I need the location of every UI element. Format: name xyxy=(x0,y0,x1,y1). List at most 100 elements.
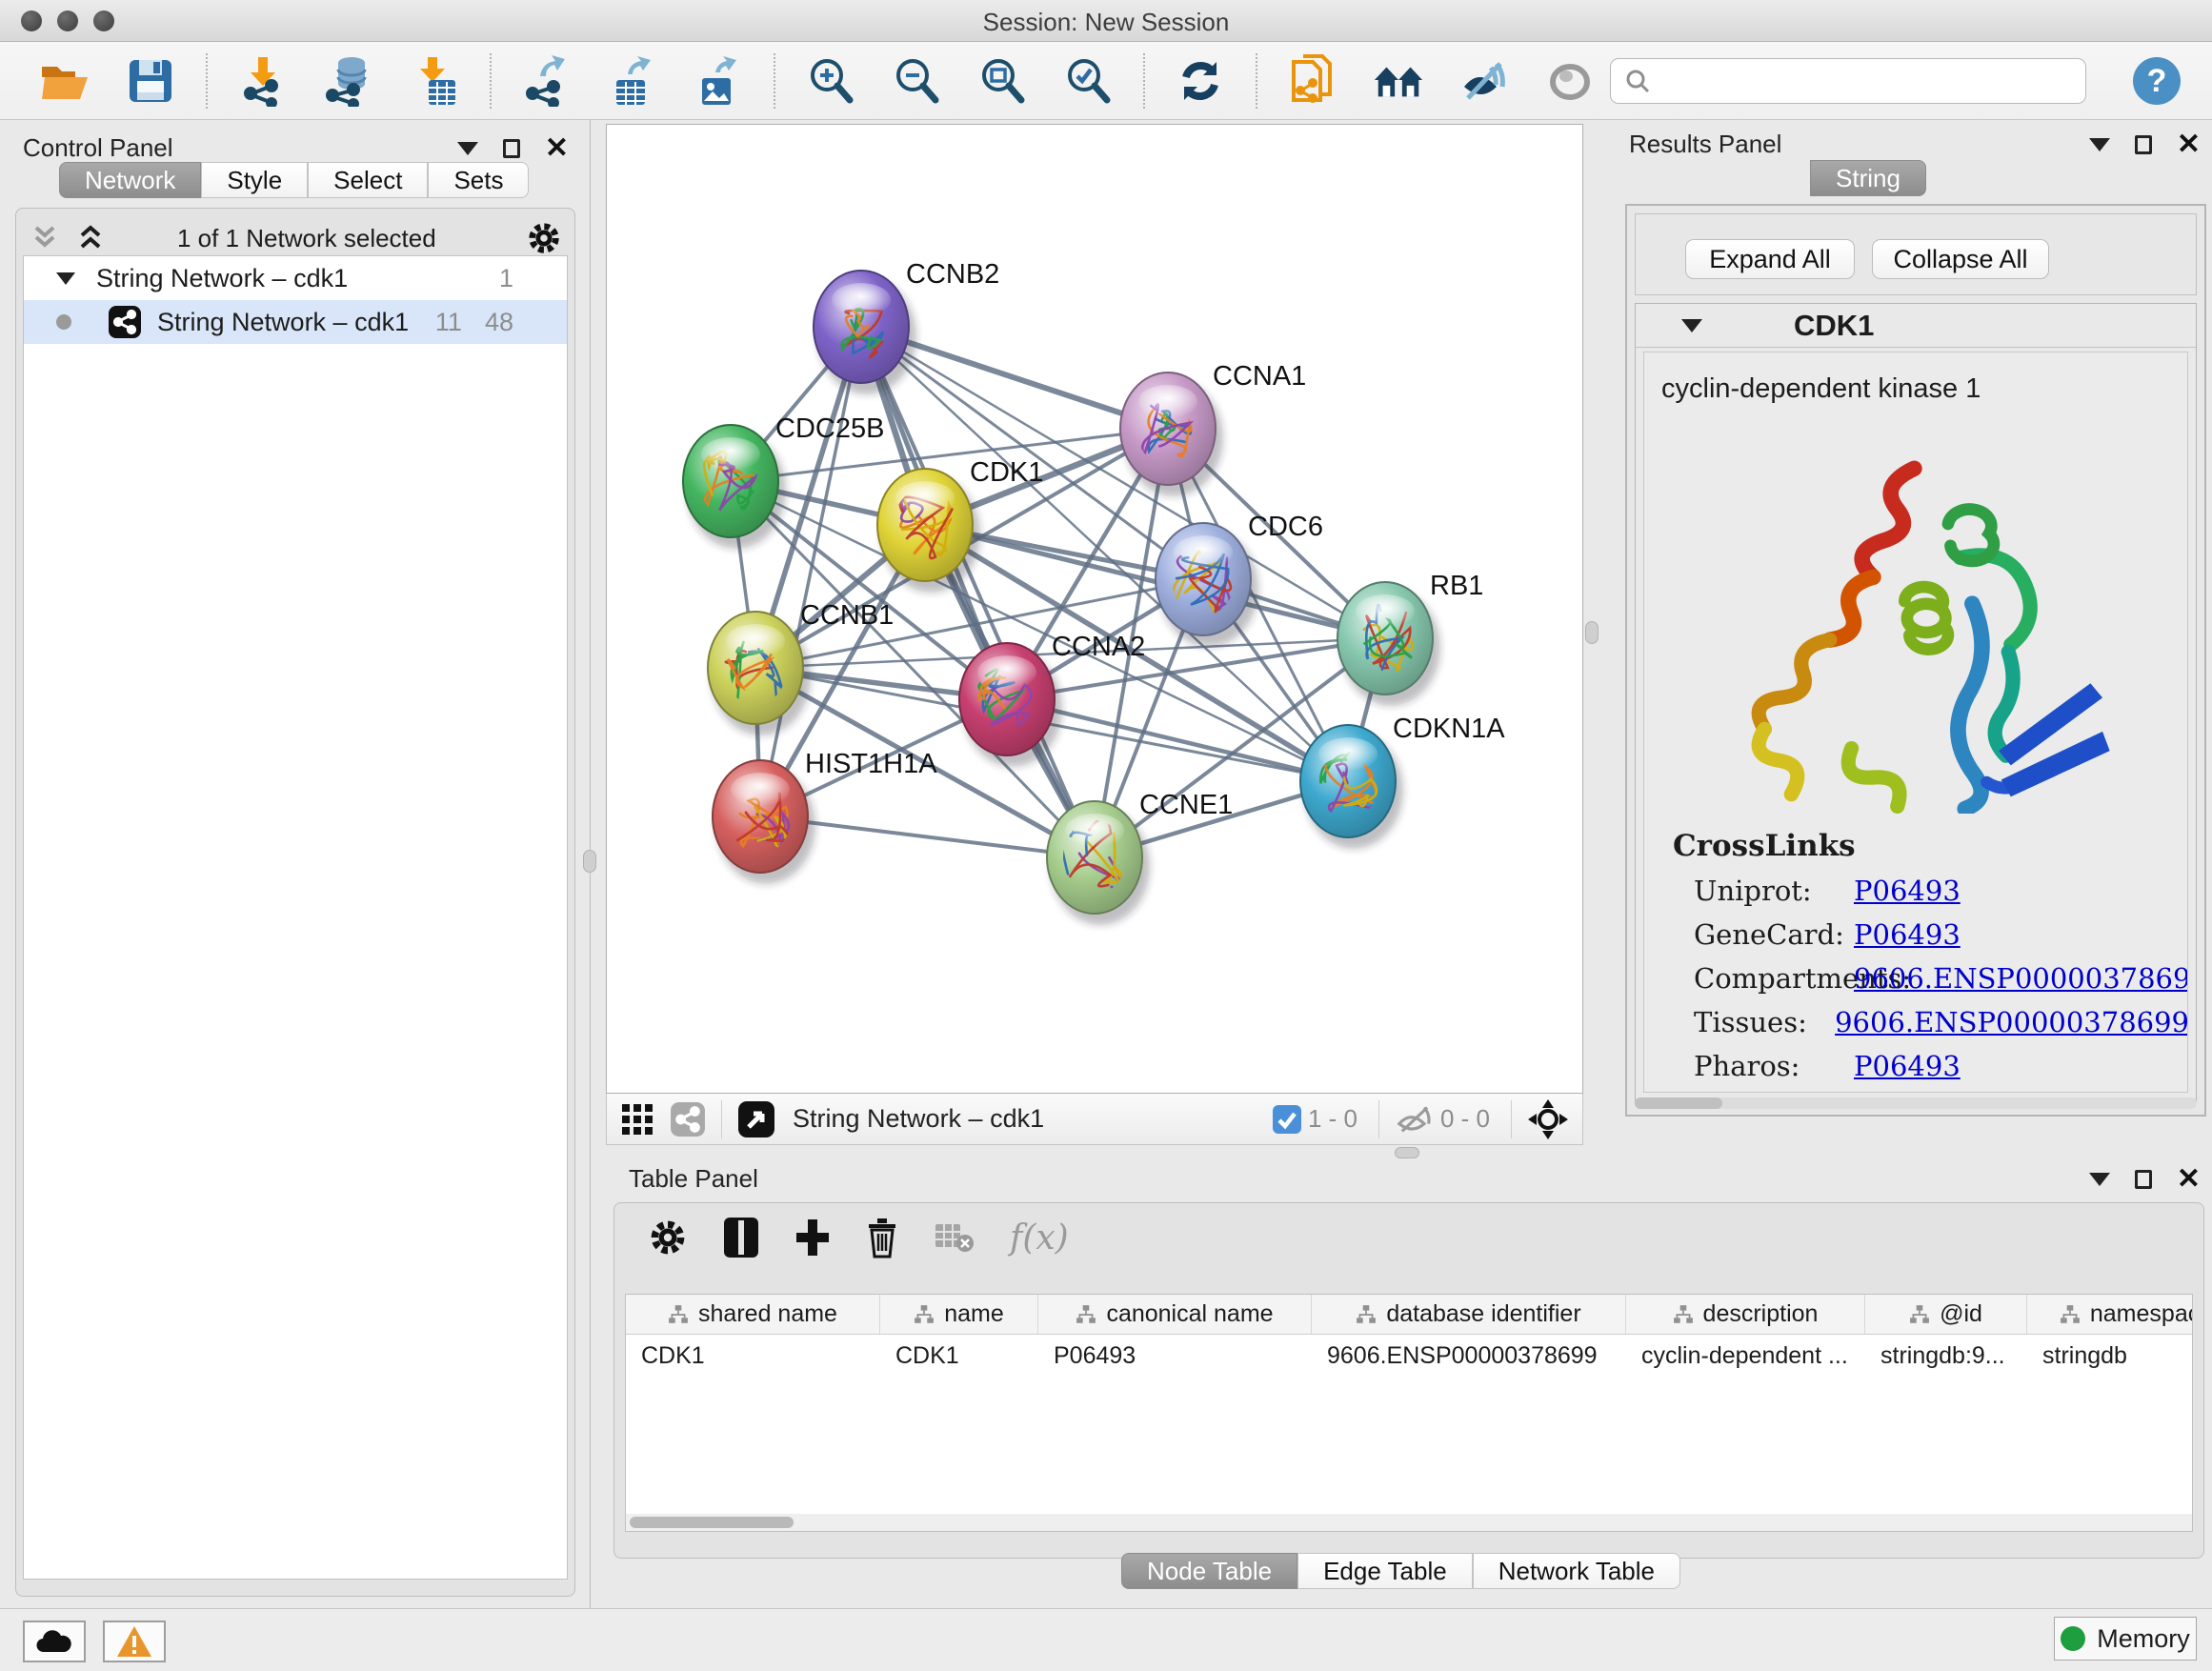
save-session-icon[interactable] xyxy=(124,54,177,108)
network-node-CDK1[interactable] xyxy=(877,469,980,593)
network-options-gear-icon[interactable] xyxy=(526,220,562,256)
tab-network[interactable]: Network xyxy=(59,162,201,198)
collapse-all-button[interactable]: Collapse All xyxy=(1872,239,2049,279)
expand-all-button[interactable]: Expand All xyxy=(1685,239,1855,279)
protein-section-header[interactable]: CDK1 xyxy=(1636,304,2196,348)
export-network-icon[interactable] xyxy=(520,54,573,108)
export-table-icon[interactable] xyxy=(606,54,659,108)
results-scrollbar[interactable] xyxy=(1635,1097,2197,1109)
table-options-gear-icon[interactable] xyxy=(648,1218,688,1258)
genecard-link[interactable]: P06493 xyxy=(1854,918,1961,951)
share-session-file-icon[interactable] xyxy=(1286,54,1339,108)
table-cell[interactable]: CDK1 xyxy=(626,1335,880,1377)
expand-all-networks-icon[interactable] xyxy=(29,224,61,252)
network-node-HIST1H1A[interactable] xyxy=(713,760,815,884)
node-label-HIST1H1A: HIST1H1A xyxy=(805,749,937,779)
zoom-selected-icon[interactable] xyxy=(1061,54,1115,108)
column-header-namespace[interactable]: namespace xyxy=(2027,1295,2193,1334)
compartments-link[interactable]: 9606.ENSP00000378699 xyxy=(1854,962,2188,995)
refresh-network-icon[interactable] xyxy=(1174,54,1227,108)
float-table-panel-icon[interactable] xyxy=(2135,1170,2152,1189)
warnings-button[interactable] xyxy=(103,1621,166,1662)
table-panel: Table Panel ✕ f(x) shared namenamecanoni… xyxy=(606,1157,2212,1608)
close-panel-icon[interactable]: ✕ xyxy=(545,139,569,158)
zoom-in-icon[interactable] xyxy=(804,54,857,108)
network-node-CDC6[interactable] xyxy=(1156,523,1258,647)
tab-select[interactable]: Select xyxy=(308,162,428,198)
delete-column-icon[interactable] xyxy=(865,1217,899,1258)
collapse-results-panel-icon[interactable] xyxy=(2089,138,2110,151)
collapse-table-panel-icon[interactable] xyxy=(2089,1173,2110,1186)
open-session-icon[interactable] xyxy=(38,54,91,108)
table-cell[interactable]: stringdb:9... xyxy=(1865,1335,2027,1377)
show-columns-icon[interactable] xyxy=(722,1216,760,1259)
collapse-all-networks-icon[interactable] xyxy=(74,224,107,252)
import-table-file-icon[interactable] xyxy=(408,54,461,108)
network-node-CCNE1[interactable] xyxy=(1047,801,1150,925)
network-node-RB1[interactable] xyxy=(1337,582,1440,706)
search-input[interactable] xyxy=(1651,66,2072,95)
memory-button[interactable]: Memory xyxy=(2054,1617,2197,1661)
network-node-CDKN1A[interactable] xyxy=(1300,725,1403,849)
cloud-status-button[interactable] xyxy=(23,1621,86,1662)
collection-expander-icon[interactable] xyxy=(56,272,75,285)
zoom-fit-icon[interactable] xyxy=(975,54,1029,108)
table-horizontal-scrollbar[interactable] xyxy=(626,1514,2192,1531)
network-row[interactable]: String Network – cdk1 11 48 xyxy=(24,300,567,344)
grid-view-icon[interactable] xyxy=(620,1102,654,1137)
pan-crosshair-icon[interactable] xyxy=(1527,1098,1569,1140)
tab-style[interactable]: Style xyxy=(201,162,308,198)
tissues-link[interactable]: 9606.ENSP00000378699 xyxy=(1835,1006,2188,1038)
pharos-link[interactable]: P06493 xyxy=(1854,1050,1961,1082)
table-cell[interactable]: CDK1 xyxy=(880,1335,1038,1377)
table-cell[interactable]: 9606.ENSP00000378699 xyxy=(1312,1335,1626,1377)
hide-panel-eye-icon[interactable] xyxy=(1458,54,1511,108)
network-node-CDC25B[interactable] xyxy=(683,425,786,549)
table-row[interactable]: CDK1CDK1P064939606.ENSP00000378699cyclin… xyxy=(626,1335,2192,1377)
zoom-out-icon[interactable] xyxy=(890,54,943,108)
vertical-splitter-grip-right[interactable] xyxy=(1585,621,1599,644)
uniprot-link[interactable]: P06493 xyxy=(1854,875,1961,907)
network-canvas[interactable]: CCNB2CCNA1CDC25BCDK1CDC6RB1CCNB1CCNA2CDK… xyxy=(606,124,1583,1094)
table-cell[interactable]: cyclin-dependent ... xyxy=(1626,1335,1865,1377)
network-node-CCNB1[interactable] xyxy=(708,612,811,735)
vertical-splitter-grip[interactable] xyxy=(583,850,596,873)
float-results-panel-icon[interactable] xyxy=(2135,135,2152,154)
table-cell[interactable]: P06493 xyxy=(1038,1335,1312,1377)
network-share-icon[interactable] xyxy=(670,1101,706,1137)
close-results-panel-icon[interactable]: ✕ xyxy=(2177,135,2201,154)
tab-network-table[interactable]: Network Table xyxy=(1473,1553,1680,1589)
selected-checkbox-icon[interactable] xyxy=(1272,1104,1302,1135)
import-network-database-icon[interactable] xyxy=(322,54,375,108)
column-header--id[interactable]: @id xyxy=(1865,1295,2027,1334)
column-header-name[interactable]: name xyxy=(880,1295,1038,1334)
column-header-description[interactable]: description xyxy=(1626,1295,1865,1334)
birds-eye-view-icon[interactable] xyxy=(737,1100,775,1138)
column-header-shared-name[interactable]: shared name xyxy=(626,1295,880,1334)
close-table-panel-icon[interactable]: ✕ xyxy=(2177,1170,2201,1189)
add-column-icon[interactable] xyxy=(794,1218,831,1258)
network-node-CCNB2[interactable] xyxy=(814,271,916,394)
protein-expander-icon[interactable] xyxy=(1681,319,1702,332)
network-node-CCNA2[interactable] xyxy=(959,643,1062,767)
search-box[interactable] xyxy=(1610,58,2086,104)
control-panel-title: Control Panel xyxy=(23,133,173,163)
tab-node-table[interactable]: Node Table xyxy=(1121,1553,1297,1589)
column-header-canonical-name[interactable]: canonical name xyxy=(1038,1295,1312,1334)
network-node-CCNA1[interactable] xyxy=(1120,372,1223,496)
search-icon xyxy=(1624,68,1651,94)
network-collection-row[interactable]: String Network – cdk1 1 xyxy=(24,256,567,300)
column-header-database-identifier[interactable]: database identifier xyxy=(1312,1295,1626,1334)
collapse-panel-icon[interactable] xyxy=(457,142,478,155)
tab-sets[interactable]: Sets xyxy=(428,162,529,198)
tab-string[interactable]: String xyxy=(1810,160,1926,196)
table-cell[interactable]: stringdb xyxy=(2027,1335,2193,1377)
help-icon[interactable]: ? xyxy=(2130,54,2183,108)
show-panel-eye-icon[interactable] xyxy=(1543,54,1597,108)
float-panel-icon[interactable] xyxy=(503,139,520,158)
home-networks-icon[interactable] xyxy=(1372,54,1425,108)
node-label-RB1: RB1 xyxy=(1430,571,1483,601)
import-network-file-icon[interactable] xyxy=(236,54,290,108)
export-image-icon[interactable] xyxy=(692,54,745,108)
tab-edge-table[interactable]: Edge Table xyxy=(1297,1553,1473,1589)
